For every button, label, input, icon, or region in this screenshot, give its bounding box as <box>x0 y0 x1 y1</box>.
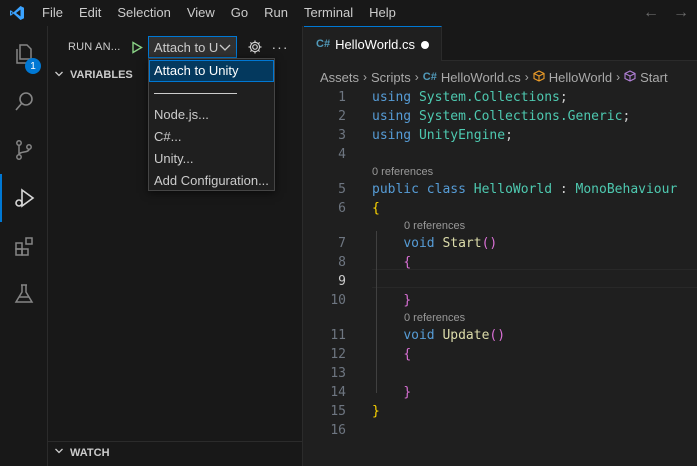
line-number: 14 <box>330 385 346 400</box>
line-number: 4 <box>338 147 346 162</box>
code-line: using UnityEngine; <box>372 128 513 143</box>
start-debugging-button[interactable] <box>127 36 147 58</box>
chevron-down-icon <box>54 446 64 459</box>
files-icon[interactable]: 1 <box>0 30 48 78</box>
menu-help[interactable]: Help <box>361 0 404 26</box>
menu-terminal[interactable]: Terminal <box>296 0 361 26</box>
code-line: { <box>403 347 412 362</box>
variables-label: VARIABLES <box>70 69 133 81</box>
gear-icon[interactable] <box>245 37 265 57</box>
extensions-icon[interactable] <box>0 222 48 270</box>
title-bar: File Edit Selection View Go Run Terminal… <box>0 0 697 26</box>
tab-label: HelloWorld.cs <box>335 36 416 52</box>
breadcrumb-file[interactable]: HelloWorld.cs <box>441 70 521 85</box>
line-number: 3 <box>338 128 346 143</box>
line-number: 12 <box>330 347 346 362</box>
codelens-references[interactable]: 0 references <box>404 220 465 232</box>
chevron-down-icon <box>218 40 232 57</box>
chevron-down-icon <box>54 69 64 82</box>
vscode-logo-icon <box>0 0 34 26</box>
run-view-title: RUN AN... <box>68 41 121 53</box>
breadcrumb-scripts[interactable]: Scripts <box>371 70 411 85</box>
menu-run[interactable]: Run <box>256 0 296 26</box>
line-number: 1 <box>338 90 346 105</box>
back-arrow-icon[interactable]: ← <box>643 4 659 22</box>
current-line-highlight <box>372 269 697 288</box>
dropdown-separator <box>154 93 237 94</box>
line-number: 8 <box>338 255 346 270</box>
activity-bar: 1 <box>0 26 48 466</box>
code-line: } <box>372 404 380 419</box>
debug-config-value: Attach to Unity <box>154 39 218 55</box>
nav-arrows: ← → <box>643 0 689 26</box>
method-symbol-icon <box>624 69 636 85</box>
source-control-icon[interactable] <box>0 126 48 174</box>
run-toolbar: RUN AN... Attach to Unity ··· <box>48 34 303 60</box>
chevron-right-icon: › <box>524 70 529 84</box>
dropdown-item-csharp[interactable]: C#... <box>149 126 274 148</box>
explorer-badge: 1 <box>25 58 41 74</box>
class-symbol-icon <box>533 69 545 85</box>
menu-go[interactable]: Go <box>223 0 256 26</box>
editor-tabs: C# HelloWorld.cs <box>304 26 697 61</box>
code-line: { <box>403 255 412 270</box>
search-icon[interactable] <box>0 78 48 126</box>
code-editor[interactable]: 1 using System.Collections; 2 using Syst… <box>304 88 697 466</box>
dropdown-item-unity[interactable]: Unity... <box>149 148 274 170</box>
watch-section-header[interactable]: WATCH <box>48 441 303 463</box>
line-number: 9 <box>338 274 346 289</box>
csharp-file-icon: C# <box>422 71 437 83</box>
line-number: 7 <box>338 236 346 251</box>
code-line: void Start() <box>403 236 498 251</box>
line-number: 11 <box>330 328 346 343</box>
dropdown-item-attach-to-unity[interactable]: Attach to Unity <box>149 60 274 82</box>
line-number: 2 <box>338 109 346 124</box>
line-number: 10 <box>330 293 346 308</box>
code-line: { <box>372 201 380 216</box>
code-line: } <box>403 385 412 400</box>
more-actions-icon[interactable]: ··· <box>270 37 290 57</box>
chevron-right-icon: › <box>414 70 419 84</box>
codelens-references[interactable]: 0 references <box>372 166 433 178</box>
menu-selection[interactable]: Selection <box>109 0 178 26</box>
run-debug-icon[interactable] <box>0 174 48 222</box>
csharp-file-icon: C# <box>316 38 331 50</box>
line-number: 15 <box>330 404 346 419</box>
breadcrumb-assets[interactable]: Assets <box>320 70 359 85</box>
chevron-right-icon: › <box>616 70 621 84</box>
menu-file[interactable]: File <box>34 0 71 26</box>
chevron-right-icon: › <box>363 70 368 84</box>
tab-helloworld-cs[interactable]: C# HelloWorld.cs <box>304 26 442 61</box>
line-number: 16 <box>330 423 346 438</box>
code-line: } <box>403 293 412 308</box>
breadcrumb-class[interactable]: HelloWorld <box>549 70 612 85</box>
watch-label: WATCH <box>70 446 110 459</box>
breadcrumb: Assets › Scripts › C# HelloWorld.cs › He… <box>320 66 668 88</box>
testing-icon[interactable] <box>0 270 48 318</box>
line-number: 5 <box>338 182 346 197</box>
editor-area: C# HelloWorld.cs Assets › Scripts › C# H… <box>304 26 697 466</box>
breadcrumb-method[interactable]: Start <box>640 70 667 85</box>
debug-config-select[interactable]: Attach to Unity <box>148 36 237 58</box>
line-number: 6 <box>338 201 346 216</box>
unsaved-dot-icon[interactable] <box>421 41 429 49</box>
debug-config-dropdown: Attach to Unity Node.js... C#... Unity..… <box>148 58 275 191</box>
menu-bar: File Edit Selection View Go Run Terminal… <box>34 0 404 26</box>
forward-arrow-icon[interactable]: → <box>673 4 689 22</box>
menu-edit[interactable]: Edit <box>71 0 109 26</box>
code-line: using System.Collections.Generic; <box>372 109 631 124</box>
line-number: 13 <box>330 366 346 381</box>
code-line: using System.Collections; <box>372 90 568 105</box>
menu-view[interactable]: View <box>179 0 223 26</box>
code-line: public class HelloWorld : MonoBehaviour <box>372 182 678 197</box>
codelens-references[interactable]: 0 references <box>404 312 465 324</box>
dropdown-item-nodejs[interactable]: Node.js... <box>149 104 274 126</box>
dropdown-item-add-configuration[interactable]: Add Configuration... <box>149 170 274 192</box>
code-line: void Update() <box>403 328 506 343</box>
